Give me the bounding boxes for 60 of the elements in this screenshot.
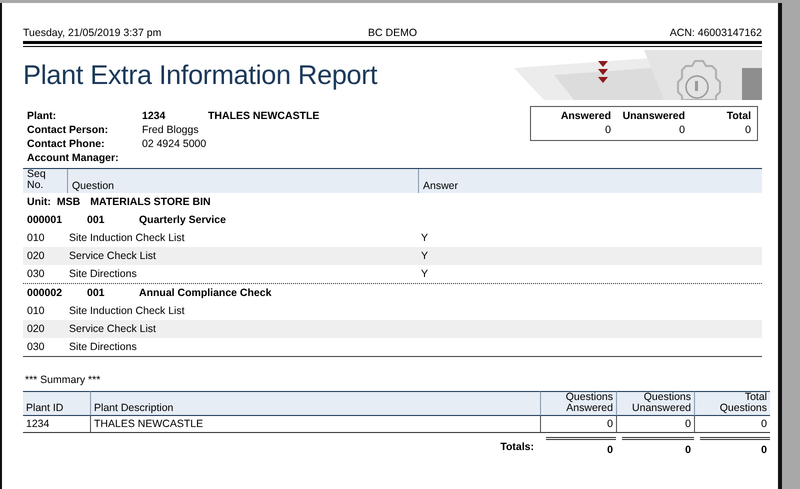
group-number: 000001	[27, 214, 64, 226]
group-name: Annual Compliance Check	[139, 287, 272, 299]
report-date: Tuesday, 21/05/2019 3:37 pm	[23, 27, 162, 39]
answer-cell-text: Y	[421, 232, 430, 244]
seq-cell-text: 030	[27, 341, 46, 353]
column-header: Plant Description	[90, 391, 540, 416]
count-value: 0	[604, 124, 611, 136]
table-cell: 1234	[23, 416, 90, 433]
column-header: Questions Answered	[540, 391, 616, 416]
count-label: Answered	[560, 110, 611, 122]
field-value: THALES NEWCASTLE	[208, 110, 320, 122]
column-header: Question	[67, 169, 418, 193]
seq-cell-text: 020	[27, 323, 46, 335]
group-name: Quarterly Service	[139, 214, 227, 226]
totals-label: Totals:	[499, 440, 535, 455]
unit-label: Unit:	[27, 196, 51, 208]
question-cell-text: Site Directions	[69, 268, 138, 280]
question-cell-text: Site Induction Check List	[69, 232, 186, 244]
total-value: 0	[700, 437, 770, 456]
question-cell-text: Site Induction Check List	[69, 305, 186, 317]
group-number: 000002	[27, 287, 64, 299]
field-label: Contact Phone:	[27, 138, 106, 150]
total-value: 0	[546, 437, 616, 456]
field-label: Plant:	[27, 110, 58, 122]
seq-cell-text: 020	[27, 250, 46, 262]
column-header: Total Questions	[694, 391, 770, 416]
column-header: Seq No.	[26, 169, 47, 193]
question-cell-text: Service Check List	[69, 250, 157, 262]
summary-title: *** Summary ***	[25, 374, 102, 386]
total-value: 0	[622, 437, 694, 456]
count-label: Unanswered	[622, 110, 685, 122]
unit-name: MATERIALS STORE BIN	[90, 196, 211, 208]
count-value: 0	[678, 124, 685, 136]
acn-number: ACN: 46003147162	[670, 27, 762, 39]
table-cell: THALES NEWCASTLE	[90, 416, 540, 433]
field-label: Contact Person:	[27, 124, 110, 136]
count-label: Total	[726, 110, 751, 122]
seq-cell-text: 010	[27, 232, 46, 244]
table-cell: 0	[616, 416, 694, 433]
group-seq: 001	[87, 287, 106, 299]
report-title: Plant Extra Information Report	[23, 60, 378, 91]
seq-cell-text: 030	[27, 268, 46, 280]
field-label: Account Manager:	[27, 152, 120, 164]
count-value: 0	[744, 124, 751, 136]
column-header: Plant ID	[23, 391, 90, 416]
column-header: Questions Unanswered	[616, 391, 694, 416]
field-value: 1234	[142, 110, 166, 122]
group-seq: 001	[87, 214, 106, 226]
question-cell-text: Site Directions	[69, 341, 138, 353]
field-value: Fred Bloggs	[142, 124, 200, 136]
answer-cell-text: Y	[421, 268, 430, 280]
unit-code: MSB	[56, 196, 80, 208]
answer-cell-text: Y	[421, 250, 430, 262]
company-name: BC DEMO	[368, 27, 417, 39]
table-cell: 0	[540, 416, 616, 433]
field-value: 02 4924 5000	[142, 138, 208, 150]
question-cell-text: Service Check List	[69, 323, 157, 335]
table-cell: 0	[694, 416, 770, 433]
column-header: Answer	[418, 169, 762, 193]
seq-cell-text: 010	[27, 305, 46, 317]
